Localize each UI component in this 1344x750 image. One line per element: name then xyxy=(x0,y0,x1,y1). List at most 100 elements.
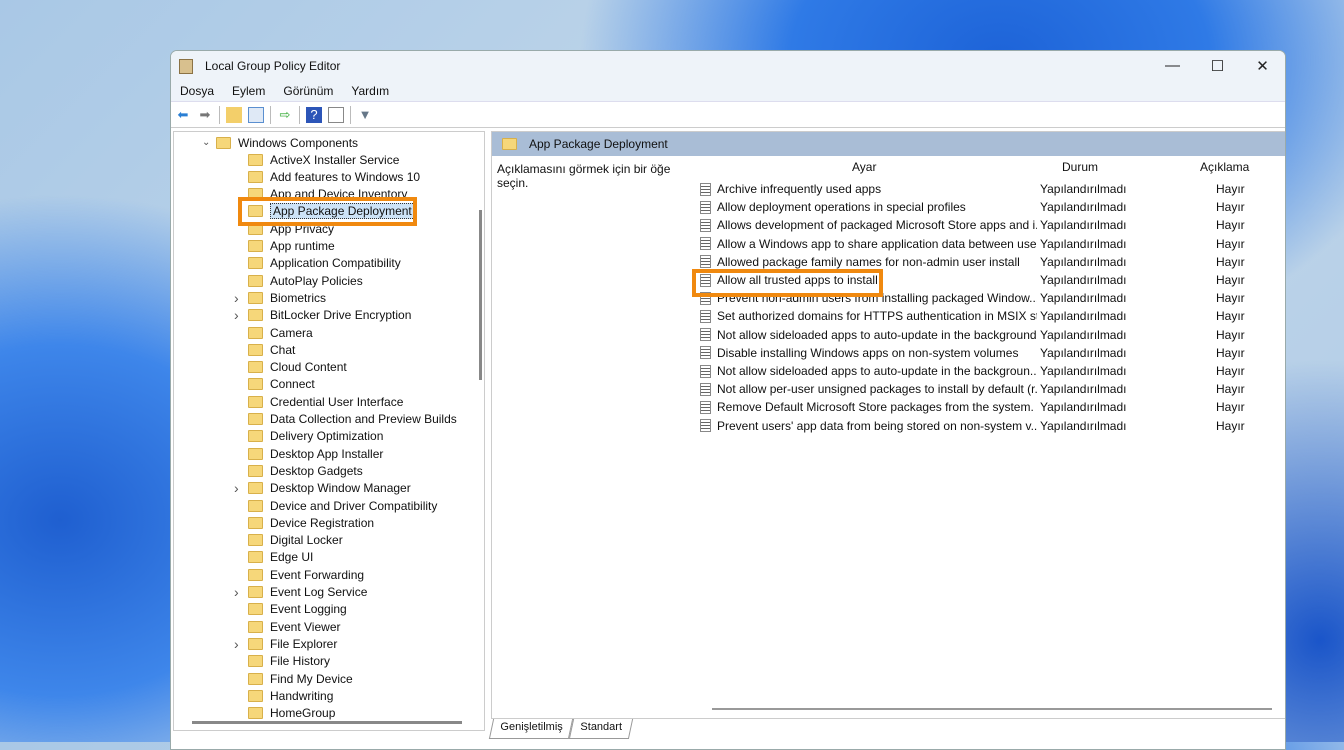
tree-item[interactable]: Handwriting xyxy=(248,687,333,704)
setting-name: Allowed package family names for non-adm… xyxy=(717,254,1020,269)
minimize-button[interactable]: — xyxy=(1150,57,1195,75)
table-row[interactable]: Prevent users' app data from being store… xyxy=(700,417,1285,435)
properties-icon[interactable] xyxy=(328,106,344,123)
up-folder-icon[interactable] xyxy=(226,106,242,123)
folder-icon xyxy=(248,551,263,564)
table-row[interactable]: Allow a Windows app to share application… xyxy=(700,235,1285,253)
setting-state: Yapılandırılmadı xyxy=(1040,382,1127,397)
table-row[interactable]: Not allow sideloaded apps to auto-update… xyxy=(700,326,1285,344)
tree-item[interactable]: Chat xyxy=(248,341,295,358)
folder-icon xyxy=(248,637,263,650)
setting-state: Yapılandırılmadı xyxy=(1040,364,1127,378)
close-button[interactable]: ✕ xyxy=(1240,57,1285,75)
list-hscrollbar[interactable] xyxy=(712,708,1272,710)
table-row[interactable]: Archive infrequently used apps Yapılandır… xyxy=(700,180,1285,198)
folder-icon xyxy=(248,464,263,477)
setting-comment: Hayır xyxy=(1216,182,1245,196)
menu-gorunum[interactable]: Görünüm xyxy=(283,84,333,98)
tree-item[interactable]: Add features to Windows 10 xyxy=(248,168,420,185)
table-row[interactable]: Allows development of packaged Microsoft… xyxy=(700,216,1285,234)
tree-item[interactable]: Cloud Content xyxy=(248,359,347,376)
setting-state: Yapılandırılmadı xyxy=(1040,182,1127,196)
tree-item[interactable]: Event Forwarding xyxy=(248,566,364,583)
tab-extended[interactable]: Genişletilmiş xyxy=(488,719,574,739)
chevron-right-icon[interactable]: › xyxy=(234,307,239,323)
setting-comment: Hayır xyxy=(1216,364,1245,378)
table-row[interactable]: Not allow per-user unsigned packages to … xyxy=(700,380,1285,398)
tree-item[interactable]: Digital Locker xyxy=(248,532,343,549)
tree-item[interactable]: Device Registration xyxy=(248,514,374,531)
chevron-right-icon[interactable]: › xyxy=(234,636,239,652)
tree-item[interactable]: Connect xyxy=(248,376,315,393)
setting-state: Yapılandırılmadı xyxy=(1040,218,1127,233)
tree-item[interactable]: Device and Driver Compatibility xyxy=(248,497,437,514)
setting-comment: Hayır xyxy=(1216,291,1245,306)
tree-item[interactable]: Camera xyxy=(248,324,313,341)
tree-item[interactable]: App runtime xyxy=(248,238,335,255)
policy-icon xyxy=(700,419,711,433)
tree-scrollbar[interactable] xyxy=(479,210,482,380)
tree-item[interactable]: ActiveX Installer Service xyxy=(248,151,399,168)
export-list-icon[interactable]: ⇨ xyxy=(277,107,293,123)
tree-item[interactable]: › Biometrics xyxy=(234,289,326,306)
table-row[interactable]: Remove Default Microsoft Store packages … xyxy=(700,398,1285,416)
menu-eylem[interactable]: Eylem xyxy=(232,84,265,98)
tree-item[interactable]: › File Explorer xyxy=(234,635,337,652)
tree-item[interactable]: Delivery Optimization xyxy=(248,428,383,445)
view-tabs: Genişletilmiş Standart xyxy=(488,719,634,739)
title-bar: Local Group Policy Editor — ☐ ✕ xyxy=(171,51,1285,81)
help-icon[interactable]: ? xyxy=(306,106,322,123)
tree-item[interactable]: › Desktop Window Manager xyxy=(234,480,411,497)
tree-item[interactable]: Find My Device xyxy=(248,670,353,687)
setting-comment: Hayır xyxy=(1216,418,1245,433)
tree-item[interactable]: Credential User Interface xyxy=(248,393,403,410)
column-aciklama[interactable]: Açıklama xyxy=(1200,160,1249,174)
show-hide-tree-icon[interactable] xyxy=(248,106,264,123)
table-row[interactable]: Allow deployment operations in special p… xyxy=(700,198,1285,216)
tree-item[interactable]: HomeGroup xyxy=(248,705,335,722)
filter-icon[interactable]: ▼ xyxy=(357,107,373,123)
tree-item-windows-components[interactable]: ⌄ Windows Components xyxy=(202,134,358,151)
table-row[interactable]: Disable installing Windows apps on non-s… xyxy=(700,344,1285,362)
tree-item[interactable]: Application Compatibility xyxy=(248,255,401,272)
tree-item[interactable]: File History xyxy=(248,653,330,670)
policy-icon xyxy=(700,218,711,232)
chevron-right-icon[interactable]: › xyxy=(234,290,239,306)
panel-header: App Package Deployment xyxy=(492,132,1285,156)
folder-icon xyxy=(248,516,263,529)
table-row[interactable]: Not allow sideloaded apps to auto-update… xyxy=(700,362,1285,380)
setting-name: Prevent users' app data from being store… xyxy=(717,418,1037,433)
tree-item[interactable]: Event Viewer xyxy=(248,618,340,635)
folder-icon xyxy=(216,136,231,149)
policy-icon xyxy=(700,382,711,396)
back-icon[interactable]: ⬅ xyxy=(175,107,191,123)
toolbar: ⬅ ➡ ⇨ ? ▼ xyxy=(171,102,1285,128)
chevron-down-icon[interactable]: ⌄ xyxy=(202,137,210,148)
chevron-right-icon[interactable]: › xyxy=(234,584,239,600)
tree-item[interactable]: AutoPlay Policies xyxy=(248,272,363,289)
policy-icon xyxy=(700,346,711,360)
forward-icon[interactable]: ➡ xyxy=(197,107,213,123)
table-row[interactable]: Set authorized domains for HTTPS authent… xyxy=(700,307,1285,325)
column-durum[interactable]: Durum xyxy=(1062,160,1098,174)
policy-icon xyxy=(700,328,711,342)
chevron-right-icon[interactable]: › xyxy=(234,480,239,496)
settings-list: Ayar Durum Açıklama Archive infrequently… xyxy=(692,156,1285,718)
menu-dosya[interactable]: Dosya xyxy=(180,84,214,98)
setting-state: Yapılandırılmadı xyxy=(1040,345,1127,360)
folder-icon xyxy=(248,447,263,460)
tree-item[interactable]: › Event Log Service xyxy=(234,584,367,601)
tree-item[interactable]: Edge UI xyxy=(248,549,313,566)
tree-item[interactable]: Desktop App Installer xyxy=(248,445,383,462)
column-ayar[interactable]: Ayar xyxy=(852,160,876,174)
folder-icon xyxy=(248,603,263,616)
menu-yardim[interactable]: Yardım xyxy=(351,84,389,98)
tree-item[interactable]: Desktop Gadgets xyxy=(248,462,363,479)
tree-item[interactable]: Data Collection and Preview Builds xyxy=(248,411,457,428)
setting-comment: Hayır xyxy=(1216,254,1245,269)
tree-item[interactable]: › BitLocker Drive Encryption xyxy=(234,307,411,324)
setting-comment: Hayır xyxy=(1216,327,1245,342)
tab-standard[interactable]: Standart xyxy=(569,719,634,739)
maximize-button[interactable]: ☐ xyxy=(1195,57,1240,75)
tree-item[interactable]: Event Logging xyxy=(248,601,347,618)
